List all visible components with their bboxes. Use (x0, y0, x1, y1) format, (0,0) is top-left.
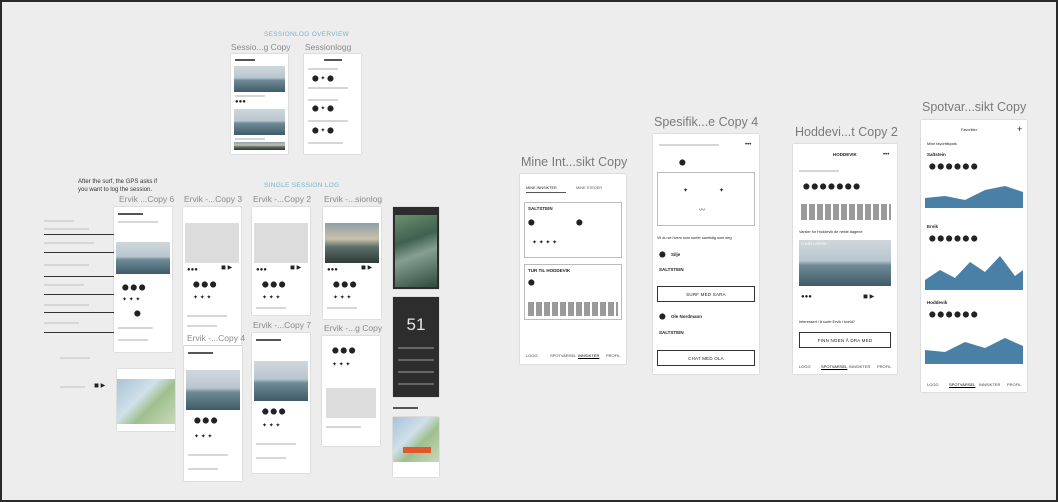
annotation-text: After the surf, the GPS asks if you want… (78, 179, 158, 193)
artboard-label[interactable]: Hoddevi...t Copy 2 (795, 125, 898, 139)
artboard-ervik-copy7[interactable]: ⬤ ⬤ ⬤ ✦ ✦ ✦ (252, 333, 310, 473)
add-icon: + (1017, 124, 1023, 134)
artboard-dark-stats[interactable]: 51 (393, 297, 439, 397)
artboard-ervik-copy3[interactable]: ●●● ◼ ▶ ⬤ ⬤ ⬤ ✦ ✦ ✦ (183, 207, 241, 345)
wave-graph-3 (925, 338, 1023, 364)
artboard-ervik-sionlog[interactable]: ●●● ◼ ▶ ⬤ ⬤ ⬤ ✦ ✦ ✦ (323, 207, 381, 319)
wave-graph-1 (925, 186, 1023, 208)
artboard-ervik-copy2[interactable]: ●●● ◼ ▶ ⬤ ⬤ ⬤ ✦ ✦ ✦ (252, 207, 310, 315)
big-number: 51 (406, 315, 426, 334)
section-label-single-session-log: SINGLE SESSION LOG (264, 182, 340, 189)
artboard-label[interactable]: Ervik -...Copy 4 (187, 333, 245, 343)
artboard-ervik-copy4[interactable]: ⬤ ⬤ ⬤ ✦ ✦ ✦ (184, 346, 242, 481)
artboard-spotvar[interactable]: Favoritter + Mine favorittspots Saltstei… (921, 120, 1027, 392)
artboard-satellite-map[interactable] (393, 207, 439, 289)
artboard-map-preview[interactable] (117, 369, 175, 431)
artboard-label[interactable]: Ervik -...g Copy (324, 323, 382, 333)
artboard-label[interactable]: Spesifik...e Copy 4 (654, 115, 758, 129)
surf-med-sara-button[interactable]: SURF MED SARA (657, 286, 755, 302)
artboard-hoddevi[interactable]: HODDEVIK ••• ⬤ ⬤ ⬤ ⬤ ⬤ ⬤ ⬤ Varsler for H… (793, 144, 897, 374)
artboard-spesifik[interactable]: ••• ⬤ ✦ ✦ 〰 Vil du se hvem som surfer sa… (653, 134, 759, 374)
wave-graph-2 (925, 256, 1023, 290)
artboard-label[interactable]: Ervik -...Copy 2 (253, 194, 311, 204)
artboard-map-route[interactable] (393, 417, 439, 477)
artboard-label[interactable]: Ervik -...sionlog (324, 194, 382, 204)
artboard-ervik-copy6[interactable]: ⬤ ⬤ ⬤ ✦ ✦ ✦ ⬤ (114, 207, 172, 352)
artboard-label[interactable]: Ervik ...Copy 6 (119, 194, 174, 204)
artboard-label[interactable]: Spotvar...sikt Copy (922, 100, 1026, 114)
chat-med-ola-button[interactable]: CHAT MED OLA (657, 350, 755, 366)
artboard-label[interactable]: Ervik -...Copy 7 (253, 320, 311, 330)
artboard-sessionlogg[interactable]: ⬤ ✦ ⬤ ⬤ ✦ ⬤ ⬤ ✦ ⬤ (304, 54, 361, 154)
section-label-sessionlog-overview: SESSIONLOG OVERVIEW (264, 31, 350, 38)
design-canvas[interactable]: SESSIONLOG OVERVIEW SINGLE SESSION LOG A… (0, 0, 1058, 502)
artboard-ervik-g-copy[interactable]: ⬤ ⬤ ⬤ ✦ ✦ ✦ (322, 336, 380, 446)
artboard-label[interactable]: Ervik -...Copy 3 (184, 194, 242, 204)
artboard-mine-int[interactable]: MINE INNSIKTER MINE STEDER SALTSTEIN ⬤ ⬤… (520, 174, 626, 364)
artboard-label[interactable]: Mine Int...sikt Copy (521, 155, 627, 169)
artboard-sessio-g-copy[interactable]: ●●● (231, 54, 288, 154)
artboard-label[interactable]: Sessio...g Copy (231, 42, 291, 52)
artboard-label[interactable]: Sessionlogg (305, 42, 351, 52)
finn-noen-button[interactable]: FINN NOEN Å DRA MED (799, 332, 891, 348)
